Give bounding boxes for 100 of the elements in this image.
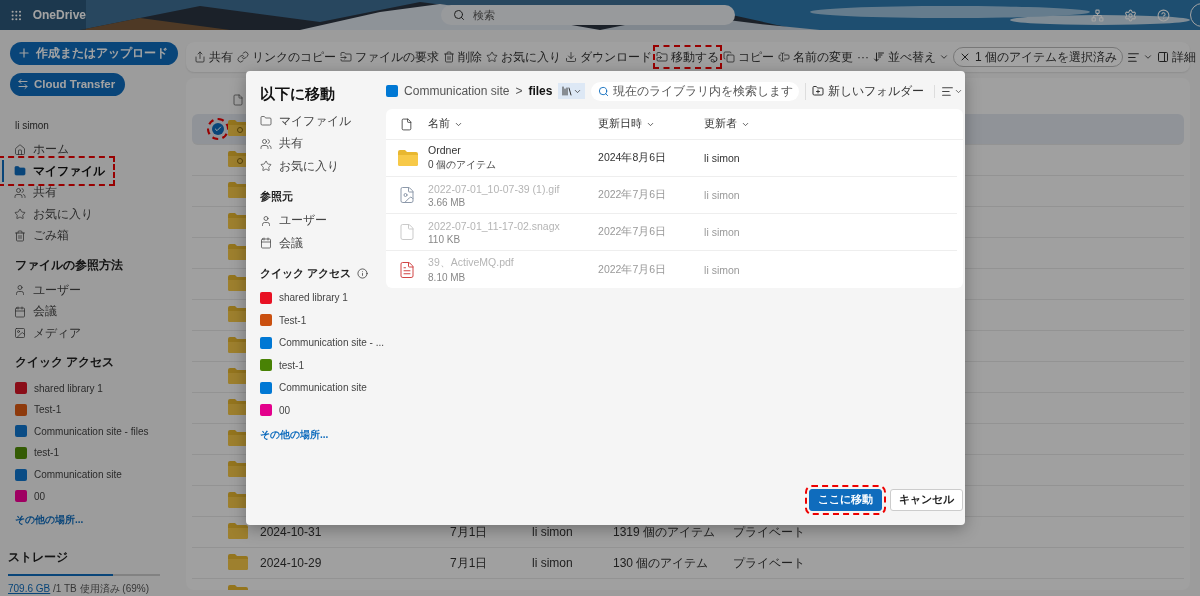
nav-item[interactable]: ユーザー: [260, 209, 385, 232]
help-icon[interactable]: [1157, 8, 1170, 22]
toolbar-button[interactable]: 削除: [441, 46, 484, 68]
table-cell-text: 7月1日: [450, 554, 489, 572]
breadcrumb-current: files: [528, 84, 553, 98]
section-title: クイック アクセス: [15, 354, 116, 372]
file-row[interactable]: 2024-10-29 7月1日 li simon 130 個のアイテム プライベート: [192, 548, 1184, 579]
quick-access-item[interactable]: Communication site - ...: [260, 331, 385, 354]
arrows-icon: [17, 78, 29, 91]
people-icon: [14, 186, 26, 199]
toolbar-button[interactable]: ファイルの要求: [338, 46, 441, 68]
create-upload-button[interactable]: 作成またはアップロード: [10, 42, 178, 65]
more-places-link[interactable]: その他の場所...: [260, 427, 385, 442]
more-places-link[interactable]: その他の場所...: [15, 512, 176, 527]
search-field[interactable]: 検索: [441, 5, 735, 25]
quick-access-item[interactable]: test-1: [8, 442, 176, 464]
chevron-icon: [939, 52, 949, 62]
nav-item[interactable]: お気に入り: [260, 155, 385, 178]
list-icon: [1127, 50, 1140, 64]
table-cell-text: 130 個のアイテム: [613, 554, 710, 572]
quick-access-item[interactable]: 00: [8, 485, 176, 507]
file-icon: [232, 94, 244, 106]
nav-item[interactable]: ホーム: [8, 138, 75, 161]
share-icon: [194, 51, 206, 63]
folder-icon: [398, 150, 419, 166]
rename-icon: [778, 51, 790, 63]
table-cell-text: li simon: [704, 189, 741, 201]
nav-item[interactable]: マイファイル: [2, 160, 111, 182]
people-icon: [260, 137, 272, 150]
toolbar-button[interactable]: ダウンロード: [563, 46, 654, 68]
sort-button[interactable]: 並べ替え: [871, 46, 951, 68]
trash-icon: [443, 51, 455, 63]
toolbar-button[interactable]: 名前の変更: [776, 46, 855, 68]
table-cell-text: 2024年8月6日: [598, 151, 668, 165]
quick-access-item[interactable]: Communication site - files: [8, 420, 176, 443]
table-cell-text: 1319 個のアイテム: [613, 523, 717, 541]
table-cell-text: 2022年7月6日: [598, 225, 668, 239]
nav-item[interactable]: 共有: [260, 132, 385, 155]
section-title: 参照元: [260, 189, 294, 204]
file-detail: 110 KB: [428, 233, 462, 245]
storage-used-link[interactable]: 709.6 GB: [8, 582, 51, 594]
nav-item[interactable]: 会議: [260, 232, 385, 255]
nav-item[interactable]: 共有: [8, 182, 63, 204]
folder-icon: [340, 51, 352, 63]
folder-icon: [228, 522, 248, 539]
quick-access-item[interactable]: test-1: [260, 354, 385, 377]
dialog-title: 以下に移動: [260, 85, 336, 104]
nav-item[interactable]: ごみ箱: [8, 225, 75, 247]
library-icon: [561, 85, 574, 97]
site-tile: [386, 85, 399, 97]
table-cell-text: 2024-10-31: [260, 525, 323, 539]
file-row[interactable]: Ordner 0 個のアイテム 2024年8月6日 li simon: [386, 140, 958, 177]
image-file-icon: [398, 186, 417, 204]
settings-icon[interactable]: [1124, 8, 1137, 22]
quick-access-item[interactable]: Communication site: [260, 376, 385, 399]
quick-access-item[interactable]: Test-1: [260, 309, 385, 332]
new-folder-button[interactable]: 新しいフォルダー: [805, 82, 929, 100]
storage-text: 709.6 GB /1 TB 使用済み (69%): [8, 581, 150, 596]
library-button[interactable]: [558, 83, 586, 99]
toolbar-button[interactable]: 移動する: [654, 46, 721, 68]
file-icon: [400, 117, 414, 131]
column-header[interactable]: 名前: [428, 117, 599, 131]
file-icon: [398, 223, 417, 241]
cloud-transfer-button[interactable]: Cloud Transfer: [10, 72, 126, 96]
calendar-icon: [14, 305, 26, 318]
cancel-button[interactable]: キャンセル: [890, 489, 964, 511]
star-icon: [260, 160, 272, 173]
table-cell-text: プライベート: [733, 554, 806, 572]
nav-item[interactable]: お気に入り: [8, 203, 99, 226]
toolbar-button[interactable]: お気に入り: [484, 46, 563, 68]
more-button[interactable]: ···: [855, 46, 871, 68]
quick-access-item[interactable]: 00: [260, 399, 385, 422]
app-launcher-icon[interactable]: [10, 8, 23, 22]
copy-icon: [723, 51, 735, 63]
download-icon: [565, 51, 577, 63]
view-button[interactable]: [934, 84, 964, 98]
library-search-field[interactable]: 現在のライブラリ内を検索します: [591, 81, 800, 101]
toolbar-button[interactable]: コピー: [721, 46, 776, 68]
nav-item[interactable]: 会議: [8, 301, 63, 323]
quick-access-item[interactable]: shared library 1: [260, 286, 385, 309]
nav-item[interactable]: マイファイル: [260, 110, 385, 133]
section-title: クイック アクセス: [260, 266, 351, 281]
quick-access-item[interactable]: Test-1: [8, 398, 176, 421]
column-header[interactable]: 更新日時: [598, 117, 705, 131]
quick-access-item[interactable]: Communication site: [8, 463, 176, 486]
nav-item[interactable]: メディア: [8, 322, 87, 345]
nav-item[interactable]: ユーザー: [8, 279, 87, 302]
calendar-icon: [260, 237, 272, 250]
link-icon: [237, 51, 249, 63]
toolbar-button[interactable]: 共有: [192, 46, 235, 68]
info-icon[interactable]: [356, 268, 368, 279]
selection-pill[interactable]: 1 個のアイテムを選択済み: [953, 47, 1123, 67]
search-icon: [453, 9, 465, 21]
table-cell-text: 2022年7月6日: [598, 262, 668, 277]
column-header[interactable]: 更新者: [704, 117, 805, 131]
network-icon[interactable]: [1091, 8, 1104, 22]
quick-access-item[interactable]: shared library 1: [8, 377, 176, 399]
breadcrumb-link[interactable]: Communication site: [404, 84, 510, 98]
toolbar-button[interactable]: リンクのコピー: [235, 46, 338, 68]
details-button[interactable]: 詳細: [1155, 46, 1198, 68]
